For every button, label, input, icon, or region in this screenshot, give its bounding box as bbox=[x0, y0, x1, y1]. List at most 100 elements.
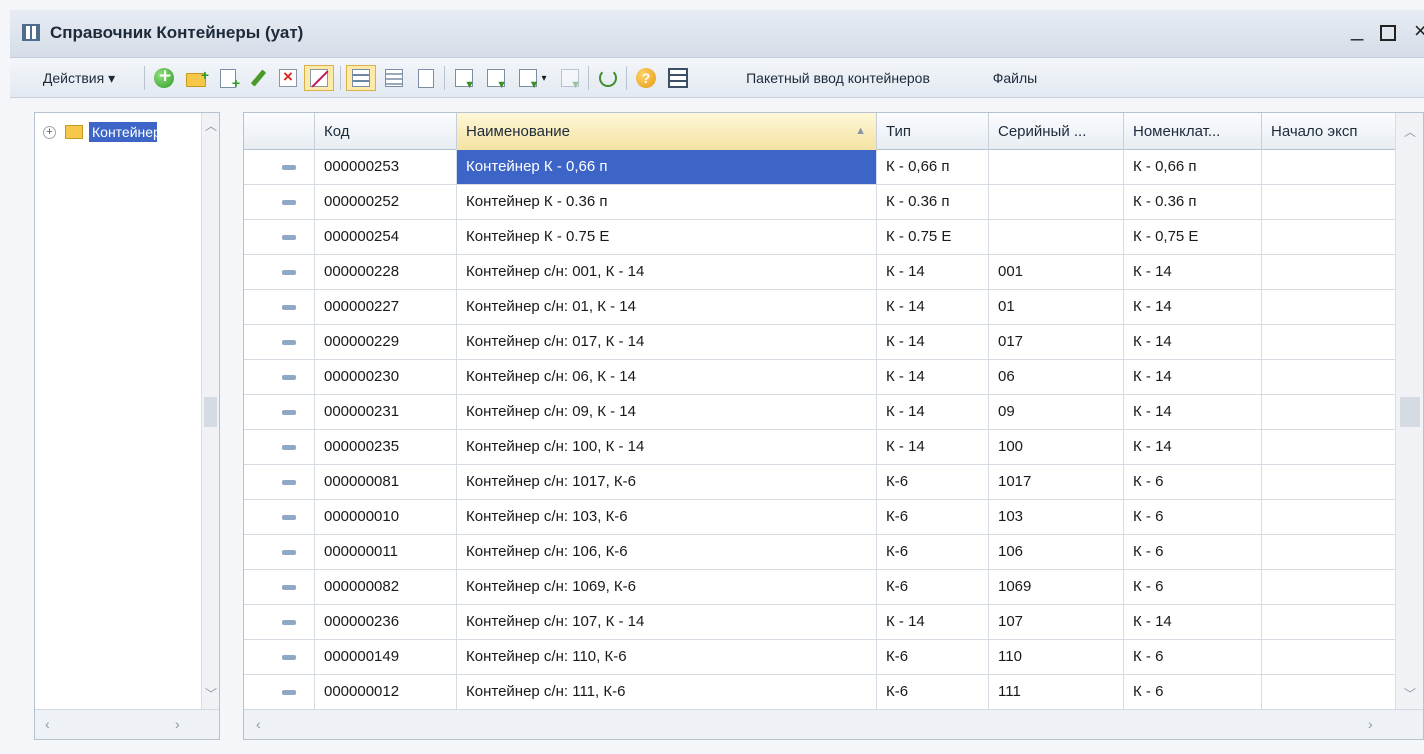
cell-code[interactable]: 000000235 bbox=[315, 430, 457, 464]
scroll-right-icon[interactable]: › bbox=[175, 716, 180, 732]
scroll-right-icon[interactable]: › bbox=[1368, 716, 1373, 732]
cell-nomenclature[interactable]: К - 6 bbox=[1124, 465, 1262, 499]
hierarchy-view-button[interactable] bbox=[346, 65, 376, 91]
table-settings-button[interactable] bbox=[664, 65, 692, 91]
scroll-thumb[interactable] bbox=[1400, 397, 1420, 427]
table-row[interactable]: 000000235 Контейнер с/н: 100, К - 14 К - 1… bbox=[244, 430, 1423, 465]
column-header-nomenclature[interactable]: Номенклат... bbox=[1124, 113, 1262, 150]
cell-serial[interactable]: 103 bbox=[989, 500, 1124, 534]
cell-nomenclature[interactable]: К - 6 bbox=[1124, 500, 1262, 534]
cell-nomenclature[interactable]: К - 0,66 п bbox=[1124, 150, 1262, 184]
cell-code[interactable]: 000000254 bbox=[315, 220, 457, 254]
cell-name[interactable]: Контейнер К - 0,66 п bbox=[457, 150, 877, 184]
cell-name[interactable]: Контейнер с/н: 106, К-6 bbox=[457, 535, 877, 569]
delete-button[interactable] bbox=[274, 65, 302, 91]
cell-name[interactable]: Контейнер с/н: 01, К - 14 bbox=[457, 290, 877, 324]
cell-serial[interactable]: 1069 bbox=[989, 570, 1124, 604]
cell-start[interactable] bbox=[1262, 605, 1397, 639]
cell-code[interactable]: 000000012 bbox=[315, 675, 457, 709]
cell-start[interactable] bbox=[1262, 570, 1397, 604]
cell-nomenclature[interactable]: К - 6 bbox=[1124, 640, 1262, 674]
cell-start[interactable] bbox=[1262, 360, 1397, 394]
scroll-up-icon[interactable]: ︿ bbox=[1404, 123, 1416, 140]
tree-horizontal-scrollbar[interactable]: ‹ › bbox=[35, 709, 219, 739]
cell-start[interactable] bbox=[1262, 640, 1397, 674]
scroll-down-icon[interactable]: ﹀ bbox=[1404, 685, 1416, 702]
cell-name[interactable]: Контейнер с/н: 001, К - 14 bbox=[457, 255, 877, 289]
table-row[interactable]: 000000011 Контейнер с/н: 106, К-6 К-6 106 К … bbox=[244, 535, 1423, 570]
column-header-serial[interactable]: Серийный ... bbox=[989, 113, 1124, 150]
cell-serial[interactable]: 06 bbox=[989, 360, 1124, 394]
tree-vertical-scrollbar[interactable]: ︿ ﹀ bbox=[201, 113, 219, 709]
table-row[interactable]: 000000012 Контейнер с/н: 111, К-6 К-6 111 К … bbox=[244, 675, 1423, 710]
cell-serial[interactable]: 100 bbox=[989, 430, 1124, 464]
scroll-up-icon[interactable]: ︿ bbox=[205, 117, 217, 134]
cell-code[interactable]: 000000229 bbox=[315, 325, 457, 359]
cell-code[interactable]: 000000081 bbox=[315, 465, 457, 499]
cell-serial[interactable]: 017 bbox=[989, 325, 1124, 359]
cell-name[interactable]: Контейнер с/н: 06, К - 14 bbox=[457, 360, 877, 394]
column-header-code[interactable]: Код bbox=[315, 113, 457, 150]
help-button[interactable]: ? bbox=[632, 65, 660, 91]
cell-start[interactable] bbox=[1262, 675, 1397, 709]
cell-nomenclature[interactable]: К - 6 bbox=[1124, 675, 1262, 709]
cell-type[interactable]: К-6 bbox=[877, 675, 989, 709]
table-row[interactable]: 000000081 Контейнер с/н: 1017, К-6 К-6 1017… bbox=[244, 465, 1423, 500]
cell-nomenclature[interactable]: К - 0.36 п bbox=[1124, 185, 1262, 219]
cell-code[interactable]: 000000253 bbox=[315, 150, 457, 184]
cell-nomenclature[interactable]: К - 0,75 Е bbox=[1124, 220, 1262, 254]
cell-nomenclature[interactable]: К - 14 bbox=[1124, 290, 1262, 324]
minimize-button[interactable]: _ bbox=[1351, 16, 1363, 42]
cell-nomenclature[interactable]: К - 6 bbox=[1124, 570, 1262, 604]
cell-type[interactable]: К-6 bbox=[877, 640, 989, 674]
scroll-left-icon[interactable]: ‹ bbox=[45, 716, 50, 732]
batch-input-button[interactable]: Пакетный ввод контейнеров bbox=[696, 65, 980, 91]
cell-name[interactable]: Контейнер с/н: 100, К - 14 bbox=[457, 430, 877, 464]
cell-start[interactable] bbox=[1262, 395, 1397, 429]
cell-type[interactable]: К - 0.36 п bbox=[877, 185, 989, 219]
cell-serial[interactable] bbox=[989, 220, 1124, 254]
copy-button[interactable] bbox=[214, 65, 242, 91]
cell-name[interactable]: Контейнер с/н: 017, К - 14 bbox=[457, 325, 877, 359]
cell-type[interactable]: К - 14 bbox=[877, 605, 989, 639]
cell-serial[interactable]: 09 bbox=[989, 395, 1124, 429]
cell-start[interactable] bbox=[1262, 465, 1397, 499]
cell-name[interactable]: Контейнер с/н: 110, К-6 bbox=[457, 640, 877, 674]
table-row[interactable]: 000000230 Контейнер с/н: 06, К - 14 К - 14… bbox=[244, 360, 1423, 395]
cell-name[interactable]: Контейнер с/н: 111, К-6 bbox=[457, 675, 877, 709]
cell-nomenclature[interactable]: К - 14 bbox=[1124, 325, 1262, 359]
cell-nomenclature[interactable]: К - 14 bbox=[1124, 605, 1262, 639]
cell-serial[interactable]: 107 bbox=[989, 605, 1124, 639]
cell-serial[interactable]: 110 bbox=[989, 640, 1124, 674]
cell-start[interactable] bbox=[1262, 500, 1397, 534]
table-horizontal-scrollbar[interactable]: ‹ › bbox=[244, 709, 1423, 739]
refresh-button[interactable] bbox=[594, 65, 622, 91]
cell-type[interactable]: К-6 bbox=[877, 570, 989, 604]
cell-code[interactable]: 000000010 bbox=[315, 500, 457, 534]
table-row[interactable]: 000000231 Контейнер с/н: 09, К - 14 К - 14… bbox=[244, 395, 1423, 430]
column-header-name[interactable]: Наименование ▲ bbox=[457, 113, 877, 150]
cell-nomenclature[interactable]: К - 14 bbox=[1124, 395, 1262, 429]
cell-code[interactable]: 000000227 bbox=[315, 290, 457, 324]
cell-type[interactable]: К - 0,66 п bbox=[877, 150, 989, 184]
cell-name[interactable]: Контейнер с/н: 1017, К-6 bbox=[457, 465, 877, 499]
cell-serial[interactable]: 1017 bbox=[989, 465, 1124, 499]
cell-name[interactable]: Контейнер К - 0.36 п bbox=[457, 185, 877, 219]
cell-type[interactable]: К - 14 bbox=[877, 290, 989, 324]
cell-serial[interactable]: 106 bbox=[989, 535, 1124, 569]
cell-name[interactable]: Контейнер с/н: 1069, К-6 bbox=[457, 570, 877, 604]
actions-menu[interactable]: Действия ▾ bbox=[18, 65, 140, 91]
table-row[interactable]: 000000236 Контейнер с/н: 107, К - 14 К - 1… bbox=[244, 605, 1423, 640]
cell-nomenclature[interactable]: К - 14 bbox=[1124, 430, 1262, 464]
table-row[interactable]: 000000253 Контейнер К - 0,66 пК - 0,66 пК… bbox=[244, 150, 1423, 185]
cell-type[interactable]: К-6 bbox=[877, 535, 989, 569]
scroll-down-icon[interactable]: ﹀ bbox=[205, 685, 217, 702]
files-button[interactable]: Файлы bbox=[982, 65, 1048, 91]
cell-start[interactable] bbox=[1262, 290, 1397, 324]
table-row[interactable]: 000000228 Контейнер с/н: 001, К - 14 К - 1… bbox=[244, 255, 1423, 290]
cell-type[interactable]: К - 14 bbox=[877, 360, 989, 394]
cell-nomenclature[interactable]: К - 6 bbox=[1124, 535, 1262, 569]
filter-by-value-button[interactable] bbox=[482, 65, 510, 91]
cell-code[interactable]: 000000231 bbox=[315, 395, 457, 429]
scroll-left-icon[interactable]: ‹ bbox=[256, 716, 261, 732]
